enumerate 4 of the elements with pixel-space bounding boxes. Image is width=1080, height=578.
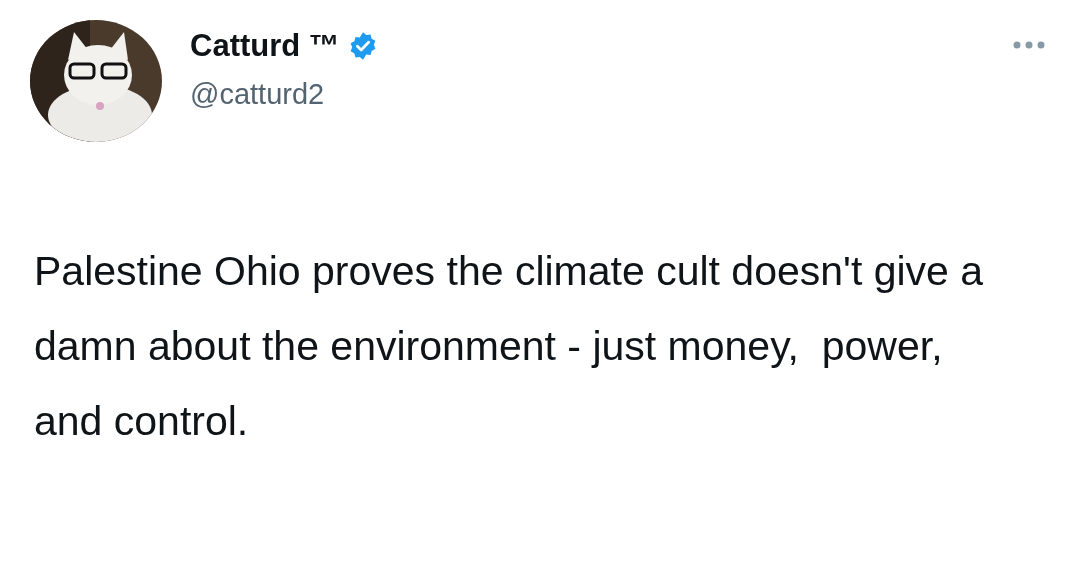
display-name[interactable]: Catturd ™	[190, 28, 340, 64]
more-options-icon[interactable]	[1012, 40, 1046, 50]
user-handle[interactable]: @catturd2	[190, 78, 984, 111]
tweet-text: Palestine Ohio proves the climate cult doesn't give a damn about the environment - just money, power, and control.	[34, 247, 985, 446]
